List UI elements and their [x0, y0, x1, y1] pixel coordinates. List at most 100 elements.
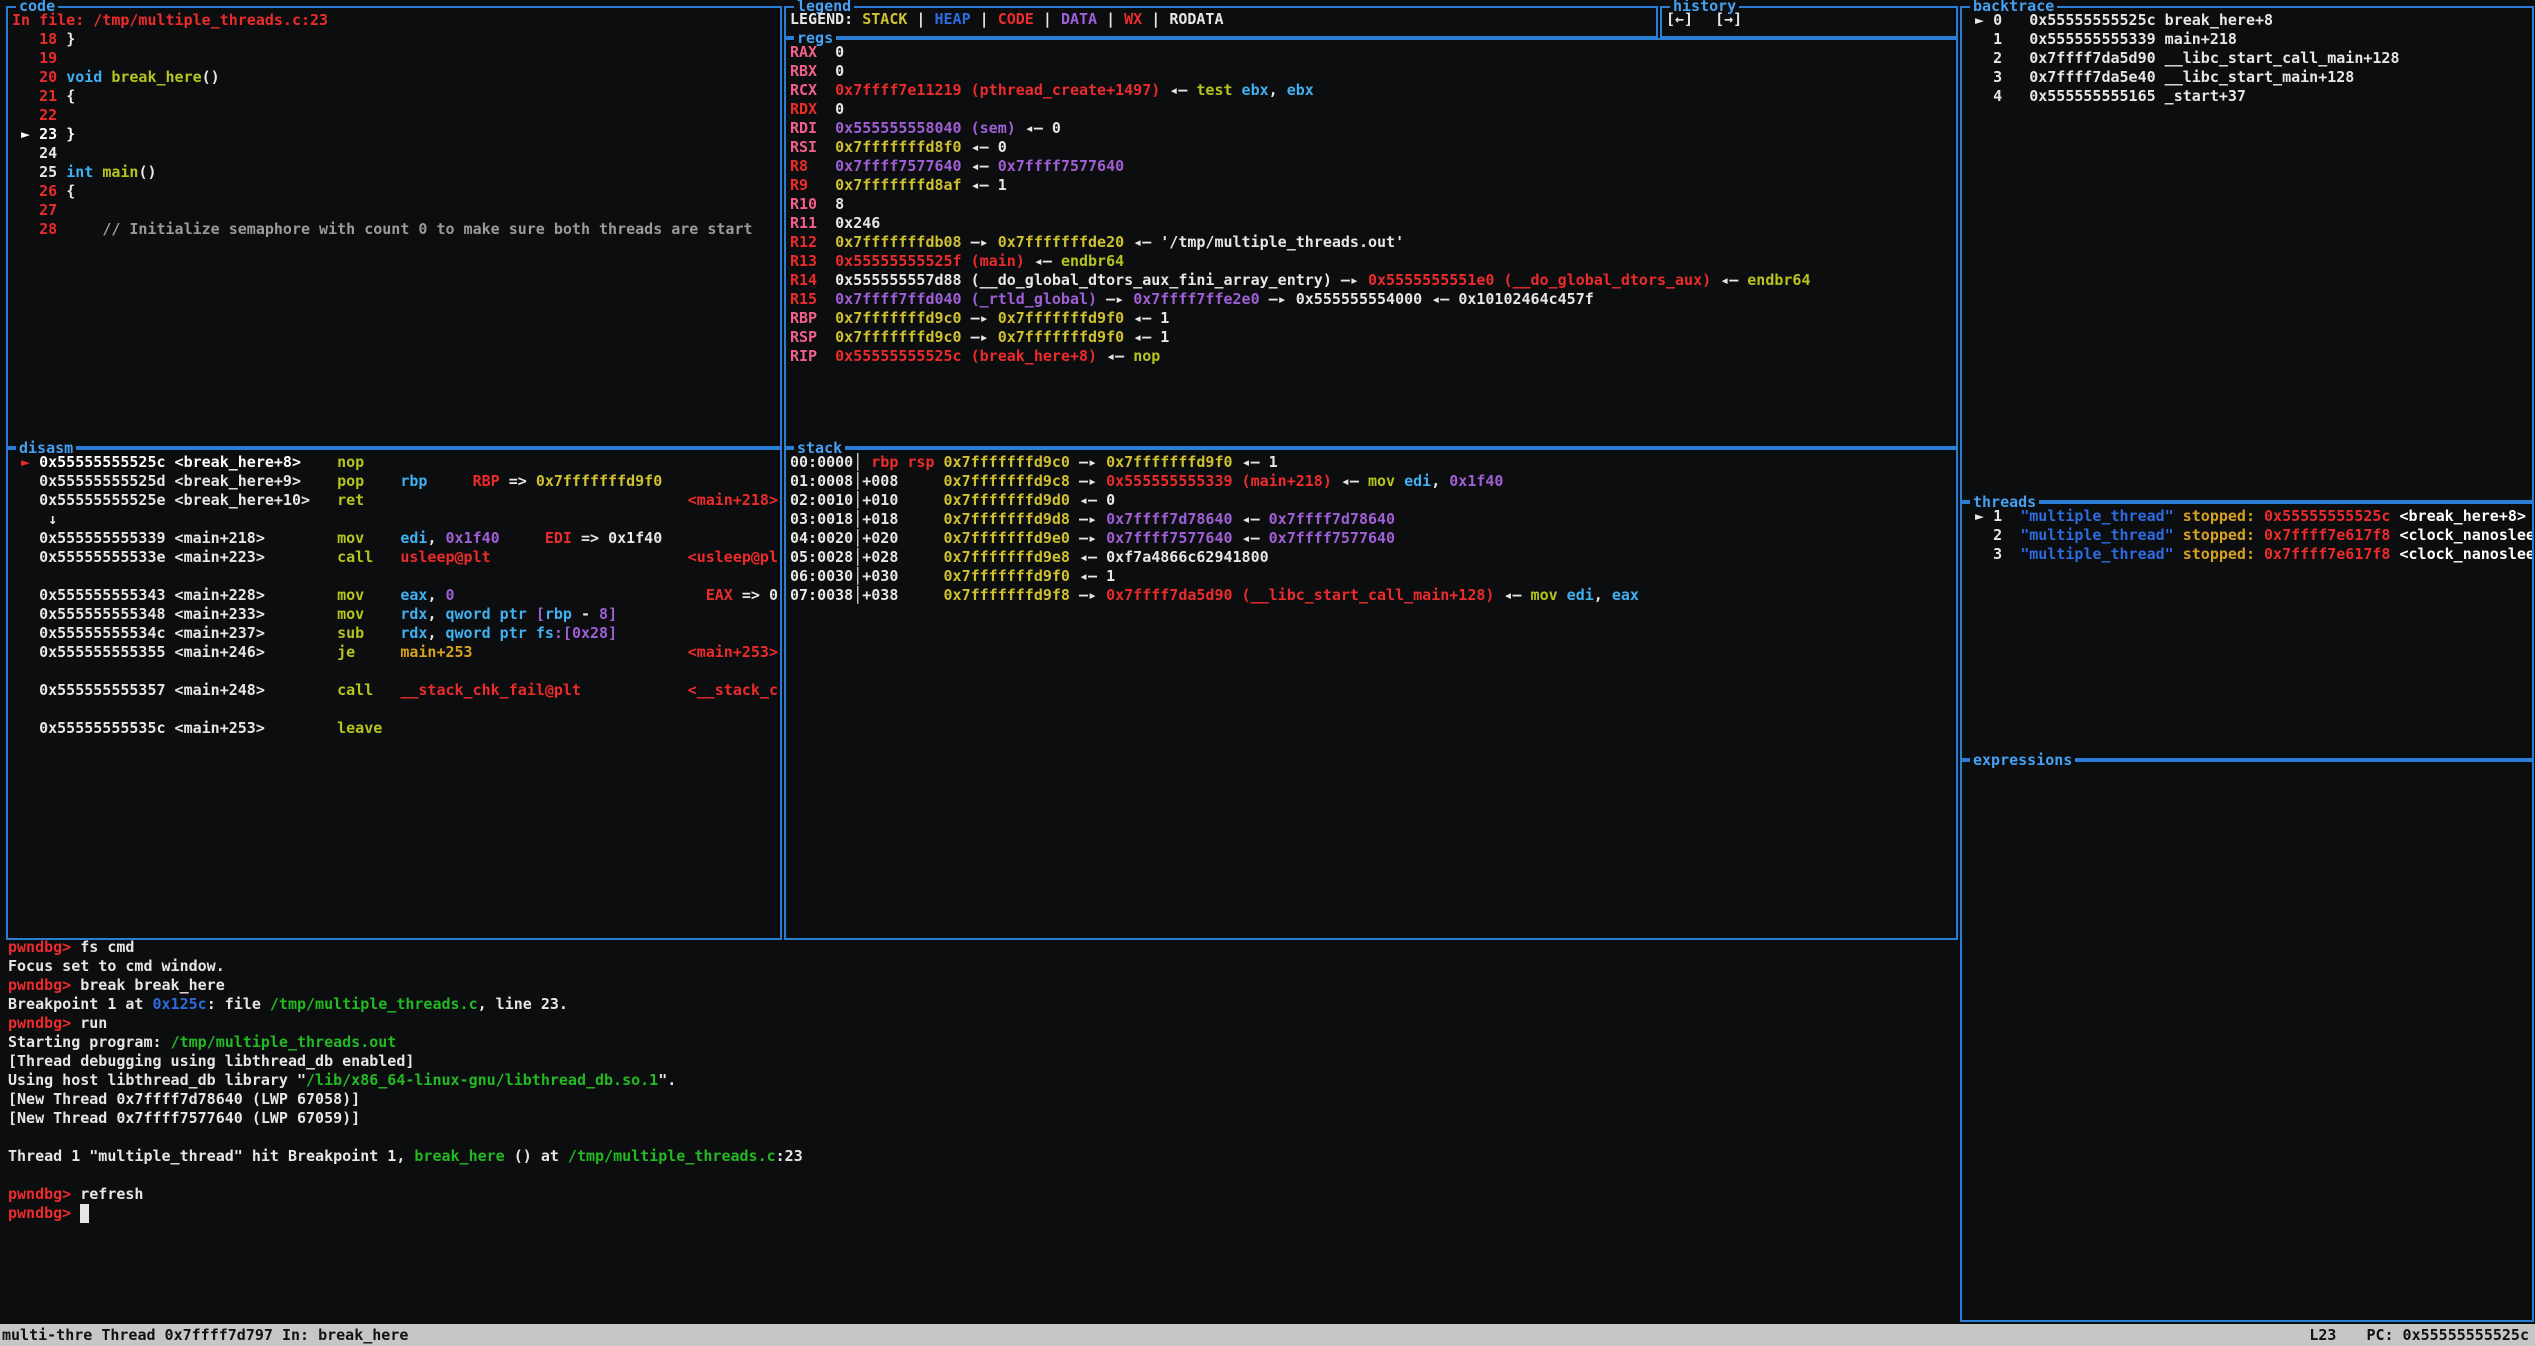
text-segment: /tmp/multiple_threads.c	[568, 1147, 776, 1166]
text-segment: │	[853, 529, 862, 548]
text-segment: 0x7ffff7da5d90 (__libc_start_call_main+1…	[1106, 586, 1494, 605]
text-segment	[12, 548, 39, 567]
gdb-console[interactable]: pwndbg> fs cmdFocus set to cmd window.pw…	[8, 938, 1952, 1223]
text-segment: usleep@plt	[400, 548, 490, 567]
text-segment: pwndbg>	[8, 976, 80, 995]
text-segment: 0x555555557d88 (__do_global_dtors_aux_fi…	[835, 271, 1332, 290]
line: 04:0020│+020 0x7fffffffd9e0 —▸ 0x7ffff75…	[790, 529, 1954, 548]
text-segment: 0x7ffff7577640	[1269, 529, 1395, 548]
history-back-button[interactable]: [←]	[1666, 10, 1693, 36]
line: RDX 0	[790, 100, 1954, 119]
line: 0x555555555348 <main+233> mov rdx, qword…	[12, 605, 778, 624]
line: pwndbg>	[8, 1204, 1952, 1223]
line	[12, 662, 778, 681]
text-segment	[355, 643, 400, 662]
text-segment	[2255, 545, 2264, 564]
line	[8, 1128, 1952, 1147]
terminal-cursor[interactable]	[80, 1204, 89, 1223]
text-segment: EDI	[545, 529, 572, 548]
text-segment	[898, 567, 943, 586]
text-segment: —▸	[1070, 529, 1106, 548]
text-segment: 0x125c	[153, 995, 207, 1014]
text-segment: ,	[427, 529, 445, 548]
text-segment	[310, 491, 337, 510]
text-segment: 0x55555555525c (break_here+8)	[835, 347, 1097, 366]
text-segment: call	[337, 548, 373, 567]
text-segment: —▸	[1097, 290, 1133, 309]
text-segment: 0	[446, 586, 455, 605]
text-segment: 0x5555555551e0 (__do_global_dtors_aux)	[1368, 271, 1711, 290]
text-segment: break break_here	[80, 976, 225, 995]
text-segment: ◂—	[1025, 252, 1061, 271]
text-segment: nop	[1133, 347, 1160, 366]
text-segment: │	[853, 510, 862, 529]
tui-status-bar: multi-thre Thread 0x7ffff7d797 In: break…	[0, 1324, 2535, 1346]
text-segment: │	[853, 453, 871, 472]
history-forward-button[interactable]: [→]	[1715, 10, 1742, 36]
disassembly-view: ► 0x55555555525c <break_here+8> nop 0x55…	[8, 450, 780, 938]
text-segment: ◂—	[1233, 510, 1269, 529]
status-pc-value: PC: 0x55555555525c	[2366, 1326, 2529, 1344]
text-segment	[265, 719, 337, 738]
text-segment: —▸	[962, 309, 998, 328]
line: pwndbg> refresh	[8, 1185, 1952, 1204]
text-segment: R12	[790, 233, 817, 252]
text-segment: +008	[862, 472, 898, 491]
text-segment: 0x7fffffffd8af	[835, 176, 961, 195]
text-segment: qword ptr	[446, 624, 536, 643]
text-segment: 0x555555555348 <main+233>	[39, 605, 265, 624]
text-segment	[12, 643, 39, 662]
text-segment: 0x7fffffffde20	[998, 233, 1124, 252]
line: R11 0x246	[790, 214, 1954, 233]
text-segment: stopped:	[2183, 526, 2255, 545]
text-segment: 05:0028	[790, 548, 853, 567]
text-segment: R9	[790, 176, 808, 195]
text-segment	[93, 163, 102, 182]
text-segment: , line 23.	[478, 995, 568, 1014]
text-segment	[373, 681, 400, 700]
text-segment: 4 0x555555555165 _start+37	[1966, 87, 2246, 106]
text-segment: ,	[427, 624, 445, 643]
text-segment: │	[853, 548, 862, 567]
text-segment	[808, 176, 835, 195]
text-segment: +020	[862, 529, 898, 548]
text-segment: [New Thread 0x7ffff7577640 (LWP 67059)]	[8, 1109, 360, 1128]
text-segment: 0x7fffffffd9f0	[1106, 453, 1232, 472]
text-segment: HEAP	[935, 10, 971, 29]
text-segment: RDX	[790, 100, 817, 119]
text-segment: —▸	[962, 328, 998, 347]
text-segment	[265, 586, 337, 605]
text-segment: eax	[1612, 586, 1639, 605]
text-segment: RBX	[790, 62, 817, 81]
text-segment: int	[66, 163, 93, 182]
text-segment: Thread 1 "multiple_thread" hit Breakpoin…	[8, 1147, 414, 1166]
backtrace-panel: backtrace ► 0 0x55555555525c break_here+…	[1960, 6, 2534, 502]
text-segment: ◂—	[1711, 271, 1747, 290]
line: R12 0x7fffffffdb08 —▸ 0x7fffffffde20 ◂— …	[790, 233, 1954, 252]
line: 0x55555555533e <main+223> call usleep@pl…	[12, 548, 778, 567]
text-segment: 0x7fffffffd9f0	[998, 328, 1124, 347]
text-segment: mov	[1531, 586, 1558, 605]
text-segment: run	[80, 1014, 107, 1033]
text-segment: edi	[1567, 586, 1594, 605]
backtrace-view: ► 0 0x55555555525c break_here+8 1 0x5555…	[1962, 8, 2532, 500]
text-segment: /tmp/multiple_threads.c	[270, 995, 478, 1014]
text-segment	[898, 548, 943, 567]
text-segment: 0x7ffff7ffd040 (_rtld_global)	[835, 290, 1097, 309]
line: 0x55555555525e <break_here+10> ret<main+…	[12, 491, 778, 510]
line: Thread 1 "multiple_thread" hit Breakpoin…	[8, 1147, 1952, 1166]
text-segment: 0x55555555525d <break_here+9>	[39, 472, 301, 491]
text-segment: STACK	[862, 10, 907, 29]
text-segment	[817, 309, 835, 328]
text-segment: ebx	[1287, 81, 1314, 100]
status-line-number: L23	[2309, 1326, 2336, 1344]
text-segment: refresh	[80, 1185, 143, 1204]
text-segment: 0x7ffff7e617f8	[2264, 545, 2390, 564]
text-segment: 06:0030	[790, 567, 853, 586]
text-segment: nop	[337, 453, 364, 472]
line: 0x555555555355 <main+246> je main+253<ma…	[12, 643, 778, 662]
line: 26 {	[12, 182, 778, 201]
text-segment: =>	[500, 472, 536, 491]
text-segment: 0x55555555525f (main)	[835, 252, 1025, 271]
text-segment: -	[572, 605, 599, 624]
